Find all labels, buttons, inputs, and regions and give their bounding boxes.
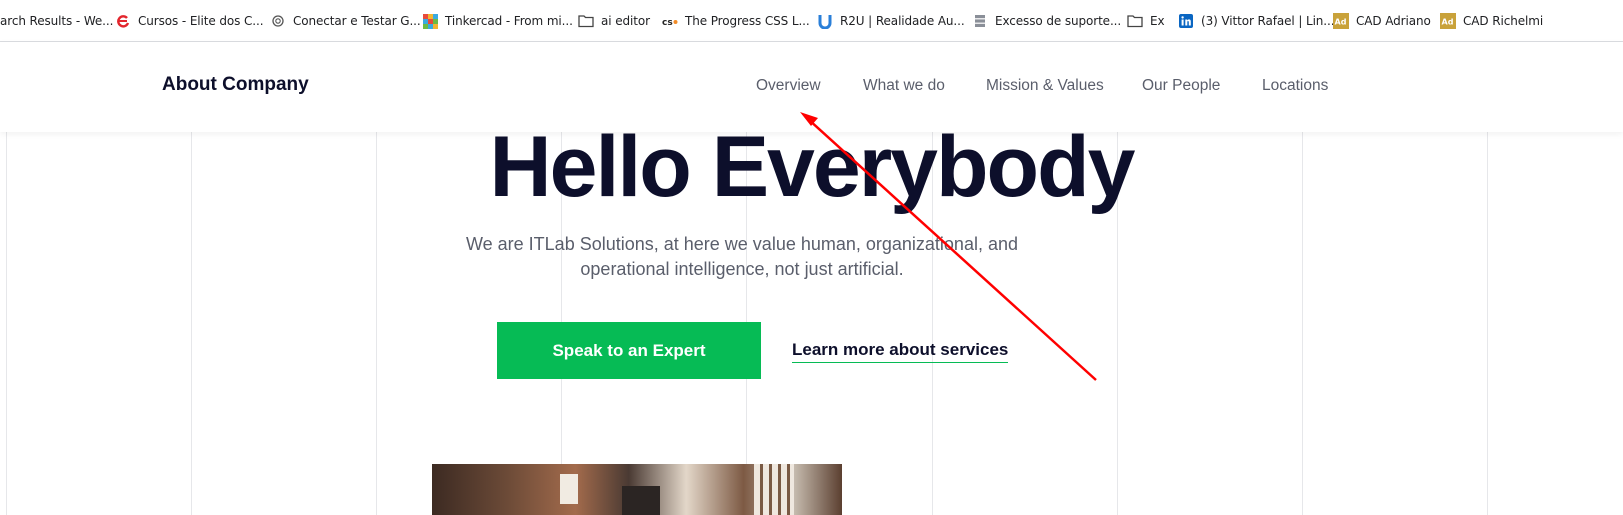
- svg-text:cs: cs: [662, 18, 673, 27]
- bookmark-label: (3) Vittor Rafael | Lin...: [1201, 14, 1335, 28]
- folder-icon: [578, 13, 594, 29]
- bookmark-label: ai editor: [601, 14, 650, 28]
- bookmark-label: Conectar e Testar G...: [293, 14, 421, 28]
- nav-our-people[interactable]: Our People: [1142, 77, 1220, 95]
- bookmark-cad-adriano[interactable]: Ad CAD Adriano: [1333, 12, 1431, 30]
- bookmarks-bar: arch Results - We... Cursos - Elite dos …: [0, 0, 1623, 42]
- bookmark-cad-richelmi[interactable]: Ad CAD Richelmi: [1440, 12, 1543, 30]
- speak-to-expert-button[interactable]: Speak to an Expert: [497, 322, 761, 379]
- bookmark-progress-css[interactable]: cs The Progress CSS L...: [662, 12, 810, 30]
- bookmark-r2u[interactable]: R2U | Realidade Au...: [817, 12, 965, 30]
- bookmark-label: Excesso de suporte...: [995, 14, 1122, 28]
- bookmark-label: R2U | Realidade Au...: [840, 14, 965, 28]
- bookmark-search-results[interactable]: arch Results - We...: [0, 12, 113, 30]
- nav-what-we-do[interactable]: What we do: [863, 77, 945, 95]
- bookmark-ai-editor[interactable]: ai editor: [578, 12, 650, 30]
- nav-locations[interactable]: Locations: [1262, 77, 1328, 95]
- site-header: About Company Overview What we do Missio…: [0, 42, 1623, 132]
- ad-badge-icon: Ad: [1333, 13, 1349, 29]
- hero-subtitle: We are ITLab Solutions, at here we value…: [465, 234, 1018, 279]
- bookmark-linkedin[interactable]: (3) Vittor Rafael | Lin...: [1178, 12, 1335, 30]
- bookmark-label: Ex: [1150, 14, 1165, 28]
- nav-overview[interactable]: Overview: [756, 77, 821, 95]
- ad-badge-icon: Ad: [1440, 13, 1456, 29]
- openai-icon: [270, 13, 286, 29]
- bookmark-label: CAD Adriano: [1356, 14, 1431, 28]
- bookmark-cursos[interactable]: Cursos - Elite dos C...: [115, 12, 264, 30]
- bookmark-label: CAD Richelmi: [1463, 14, 1544, 28]
- nav-mission-values[interactable]: Mission & Values: [986, 77, 1104, 95]
- bookmark-label: arch Results - We...: [0, 14, 114, 28]
- bookmark-excesso[interactable]: Excesso de suporte...: [972, 12, 1121, 30]
- elite-logo-icon: [115, 13, 131, 29]
- bookmark-conectar[interactable]: Conectar e Testar G...: [270, 12, 421, 30]
- linkedin-icon: [1178, 13, 1194, 29]
- bookmark-label: Tinkercad - From mi...: [445, 14, 573, 28]
- svg-text:Ad: Ad: [1442, 18, 1454, 27]
- r2u-icon: [817, 13, 833, 29]
- brand-title[interactable]: About Company: [162, 74, 309, 96]
- bookmark-tinkercad[interactable]: Tinkercad - From mi...: [422, 12, 573, 30]
- tinkercad-icon: [422, 13, 438, 29]
- learn-more-link[interactable]: Learn more about services: [792, 340, 1009, 363]
- folder-icon: [1127, 13, 1143, 29]
- css-icon: cs: [662, 13, 678, 29]
- bookmark-label: The Progress CSS L...: [685, 14, 810, 28]
- hero-title: Hello Everybody: [489, 119, 1136, 215]
- database-icon: [972, 13, 988, 29]
- hero-office-image: [432, 464, 842, 515]
- bookmark-ex[interactable]: Ex: [1127, 12, 1165, 30]
- bookmark-label: Cursos - Elite dos C...: [138, 14, 264, 28]
- svg-text:Ad: Ad: [1335, 18, 1347, 27]
